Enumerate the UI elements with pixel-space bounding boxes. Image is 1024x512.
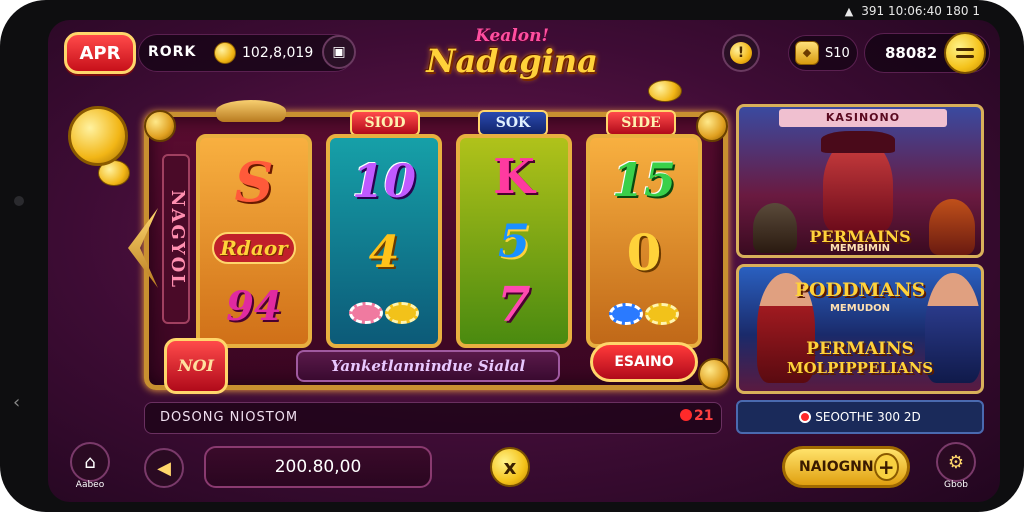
poker-chip-icon	[349, 302, 383, 325]
bonus-coin-badge[interactable]	[68, 106, 128, 166]
promo-headline: PERMAINS	[806, 339, 914, 359]
alert-dot-icon	[680, 409, 692, 421]
action-label: NAIOGNN	[799, 459, 874, 475]
info-icon: !	[730, 42, 752, 64]
settings-button[interactable]: ⚙ Gbob	[932, 442, 980, 490]
esaino-button[interactable]: ESAINO	[590, 342, 698, 382]
bonus-pill[interactable]: ◆ S10	[788, 35, 858, 71]
reel-symbol: 10	[351, 153, 416, 208]
reel-slogan-banner: Yanketlannindue Sialal	[296, 350, 560, 382]
home-icon: ⌂	[84, 451, 96, 473]
slot-reel-1: S Rdaor 94	[196, 134, 312, 348]
reel-symbol: S	[234, 150, 274, 215]
menu-icon-bar	[956, 48, 974, 51]
reel-symbol: 4	[368, 226, 400, 278]
promo-status-text: SEOOTHE 300 2D	[815, 410, 921, 424]
ticket-icon: ◆	[795, 41, 819, 65]
poker-chip-icon	[645, 303, 679, 326]
bet-amount-display[interactable]: 200.80,00	[204, 446, 432, 488]
camera-icon	[14, 196, 24, 206]
slot-reel-3: K 5 7	[456, 134, 572, 348]
corner-coin	[144, 110, 176, 142]
shop-bag-button[interactable]: ▣	[322, 35, 356, 69]
promo-banner-bottom[interactable]: PODDMANS MEMUDON PERMAINS MOLPIPPELIANS	[736, 264, 984, 394]
reel-symbol: K	[493, 148, 535, 205]
slot-side-text: NAGYOL	[162, 154, 190, 324]
reel-symbol: 15	[611, 152, 676, 207]
settings-caption: Gbob	[944, 480, 968, 490]
slot-reel-4: 15 0	[586, 134, 702, 348]
username: RORK	[148, 44, 197, 60]
back-button[interactable]: ◀	[144, 448, 184, 488]
game-title-main: Nadagina	[426, 42, 598, 80]
promo-headline: MOLPIPPELIANS	[786, 359, 934, 377]
reel-symbol: Rdaor	[212, 231, 296, 264]
reel-label: SIOD	[350, 110, 420, 136]
wifi-icon: ▲	[844, 4, 854, 18]
plus-icon: +	[873, 453, 899, 481]
apr-button[interactable]: APR	[64, 32, 136, 74]
reel-label: SOK	[478, 110, 548, 136]
promo-title: PODDMANS	[794, 279, 926, 301]
chip-stack	[609, 303, 679, 326]
game-title-logo: Kealon! Nadagina	[412, 28, 612, 80]
coin-decoration	[648, 80, 682, 102]
game-screen: APR RORK 102,8,019 ▣ Kealon! Nadagina ! …	[48, 20, 1000, 502]
info-button[interactable]: !	[722, 34, 760, 72]
bag-icon: ▣	[332, 44, 346, 60]
promo-banner-top[interactable]: KASINONO PERMAINS MEMBIMIN	[736, 104, 984, 258]
coin-balance-value: 102,8,019	[242, 45, 314, 61]
bonus-value: S10	[825, 45, 850, 61]
system-status-text: 391 10:06:40 180 1	[861, 4, 980, 18]
system-status-bar: ▲ 391 10:06:40 180 1	[845, 4, 980, 18]
corner-coin	[698, 358, 730, 390]
home-button[interactable]: ⌂ Aabeo	[66, 442, 114, 490]
reel-symbol: 0	[626, 222, 662, 282]
poker-chip-icon	[385, 302, 419, 325]
nav-back-icon[interactable]: ‹	[13, 392, 20, 413]
host-hat	[821, 131, 895, 153]
promo-subline: MEMUDON	[829, 303, 891, 314]
spin-button[interactable]: x	[490, 447, 530, 487]
add-funds-button[interactable]: NAIOGNN +	[782, 446, 910, 488]
menu-button[interactable]	[944, 32, 986, 74]
arrow-left-icon: ◀	[157, 457, 171, 479]
promo-status-bar[interactable]: SEOOTHE 300 2D	[736, 400, 984, 434]
coin-balance: 102,8,019	[214, 42, 313, 64]
status-count-value: 21	[694, 408, 714, 424]
reel-symbol: 5	[497, 213, 530, 268]
gear-icon: ⚙	[947, 451, 965, 473]
home-caption: Aabeo	[75, 480, 105, 490]
status-count: 21	[680, 408, 713, 424]
menu-icon-bar	[956, 55, 974, 58]
home-icon-circle: ⌂	[70, 442, 110, 482]
chip-stack	[349, 302, 419, 325]
promo-title: KASINONO	[779, 109, 947, 127]
coin-icon	[214, 42, 236, 64]
reel-symbol: 94	[226, 282, 282, 330]
spin-icon: x	[503, 455, 517, 479]
slot-reel-2: 10 4	[326, 134, 442, 348]
frame-ornament	[216, 100, 286, 122]
poker-chip-icon	[609, 303, 643, 326]
reel-label: SIDE	[606, 110, 676, 136]
settings-icon-circle: ⚙	[936, 442, 976, 482]
promo-subline: MEMBIMIN	[829, 243, 891, 254]
reel-symbol: 7	[497, 277, 531, 334]
slot-left-button[interactable]: NOI	[164, 338, 228, 394]
corner-coin	[696, 110, 728, 142]
phone-frame: ‹ ▲ 391 10:06:40 180 1 APR RORK 102,8,01…	[0, 0, 1024, 512]
record-dot-icon	[799, 411, 812, 423]
status-text: DOSONG NIOSTOM	[160, 410, 299, 425]
